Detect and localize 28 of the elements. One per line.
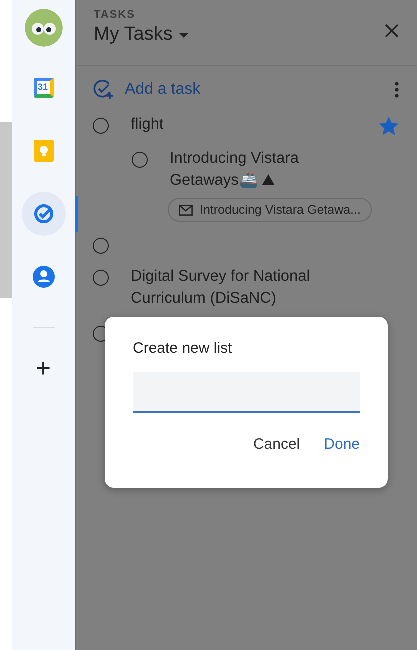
close-button[interactable] (383, 22, 401, 40)
add-button[interactable]: + (22, 346, 66, 390)
more-icon[interactable] (395, 82, 399, 98)
list-name-field[interactable] (133, 372, 360, 413)
contacts-icon (32, 266, 54, 288)
email-link-chip[interactable]: Introducing Vistara Getawa... (168, 198, 372, 222)
add-task-button[interactable]: Add a task (125, 81, 201, 99)
tasks-icon (34, 204, 54, 224)
done-button[interactable]: Done (316, 432, 368, 457)
task-title: flight (131, 115, 165, 135)
add-task-icon[interactable] (93, 80, 115, 100)
task-checkbox[interactable] (93, 270, 109, 286)
task-title: Digital Survey for National Curriculum (DiSaNC) (131, 267, 312, 309)
star-icon[interactable] (379, 117, 399, 136)
cancel-button[interactable]: Cancel (245, 432, 308, 457)
lightbulb-icon (34, 140, 54, 162)
panel-eyebrow: TASKS (94, 9, 136, 21)
task-checkbox[interactable] (93, 238, 109, 254)
task-checkbox[interactable] (93, 118, 109, 134)
mail-icon (179, 204, 193, 216)
list-selector[interactable]: My Tasks (94, 24, 189, 46)
dropdown-caret-icon (178, 32, 189, 38)
calendar-icon: 31 (34, 78, 54, 98)
task-title: Introducing Vistara Getaways🚢 ⛰ (170, 149, 300, 191)
calendar-app-button[interactable]: 31 (22, 66, 66, 110)
avatar[interactable] (24, 9, 62, 47)
dialog-title: Create new list (133, 340, 234, 357)
task-checkbox[interactable] (132, 152, 148, 168)
